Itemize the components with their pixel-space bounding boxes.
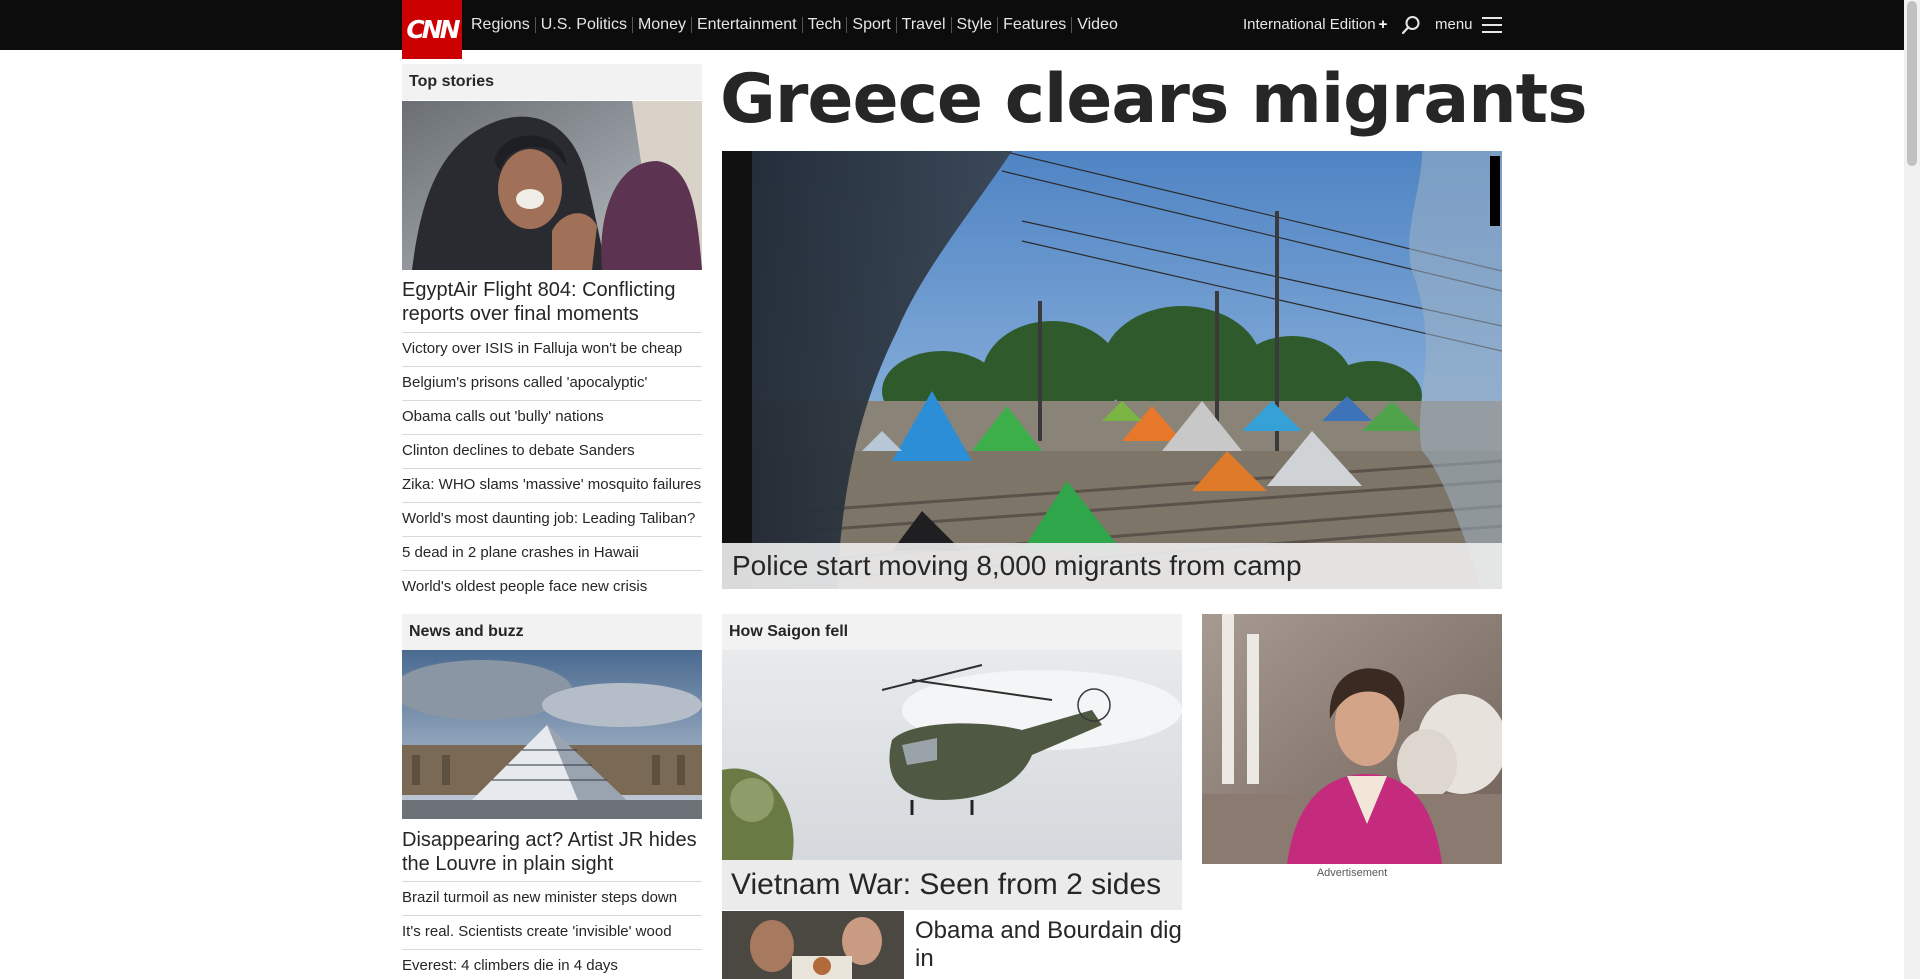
menu-label[interactable]: menu: [1435, 0, 1473, 50]
main-headline[interactable]: Greece clears migrants: [720, 60, 1588, 139]
edition-selector[interactable]: International Edition +: [1243, 0, 1387, 50]
hero-image[interactable]: Police start moving 8,000 migrants from …: [722, 151, 1502, 589]
advertisement-label: Advertisement: [1316, 867, 1388, 879]
news-buzz-item[interactable]: Everest: 4 climbers die in 4 days: [402, 949, 702, 979]
top-stories-list: Victory over ISIS in Falluja won't be ch…: [402, 332, 702, 604]
top-stories-item[interactable]: Belgium's prisons called 'apocalyptic': [402, 366, 702, 400]
news-buzz-list: Brazil turmoil as new minister steps dow…: [402, 881, 702, 979]
main-nav: Regions U.S. Politics Money Entertainment Te…: [471, 0, 1123, 50]
nav-link-sport[interactable]: Sport: [847, 0, 895, 50]
nav-link-money[interactable]: Money: [633, 0, 691, 50]
edition-label: International Edition: [1243, 16, 1376, 33]
top-stories-item[interactable]: Obama calls out 'bully' nations: [402, 400, 702, 434]
nav-link-style[interactable]: Style: [952, 0, 998, 50]
nav-link-tech[interactable]: Tech: [803, 0, 847, 50]
scrollbar-thumb[interactable]: [1907, 1, 1917, 166]
bourdain-link[interactable]: Obama and Bourdain dig in: [915, 917, 1185, 973]
bourdain-thumbnail[interactable]: [722, 911, 904, 979]
nav-link-u-s-politics[interactable]: U.S. Politics: [536, 0, 632, 50]
top-stories-item[interactable]: Clinton declines to debate Sanders: [402, 434, 702, 468]
nav-link-regions[interactable]: Regions: [471, 0, 535, 50]
nav-link-features[interactable]: Features: [998, 0, 1071, 50]
news-buzz-heading: News and buzz: [402, 614, 702, 650]
top-stories-item[interactable]: World's oldest people face new crisis: [402, 570, 702, 604]
hamburger-menu-icon[interactable]: [1482, 17, 1502, 33]
top-stories-lead-link[interactable]: EgyptAir Flight 804: Conflicting reports…: [402, 278, 702, 326]
photo-credit: [1490, 156, 1500, 226]
news-buzz-item[interactable]: Brazil turmoil as new minister steps dow…: [402, 881, 702, 915]
nav-link-entertainment[interactable]: Entertainment: [692, 0, 802, 50]
news-buzz-item[interactable]: It's real. Scientists create 'invisible'…: [402, 915, 702, 949]
cnn-logo[interactable]: CNN: [402, 0, 462, 59]
edition-plus-icon: +: [1378, 16, 1388, 33]
saigon-caption[interactable]: Vietnam War: Seen from 2 sides: [722, 860, 1182, 910]
search-icon[interactable]: [1401, 15, 1421, 35]
logo-text: CNN: [406, 15, 460, 44]
news-buzz-image[interactable]: [402, 650, 702, 819]
top-stories-item[interactable]: Zika: WHO slams 'massive' mosquito failu…: [402, 468, 702, 502]
advertisement-image[interactable]: [1202, 614, 1502, 864]
hero-caption[interactable]: Police start moving 8,000 migrants from …: [722, 543, 1502, 589]
news-buzz-lead-link[interactable]: Disappearing act? Artist JR hides the Lo…: [402, 828, 702, 876]
top-stories-item[interactable]: Victory over ISIS in Falluja won't be ch…: [402, 332, 702, 366]
top-stories-image[interactable]: [402, 101, 702, 270]
nav-link-travel[interactable]: Travel: [897, 0, 951, 50]
nav-link-video[interactable]: Video: [1072, 0, 1123, 50]
top-stories-item[interactable]: World's most daunting job: Leading Talib…: [402, 502, 702, 536]
top-stories-item[interactable]: 5 dead in 2 plane crashes in Hawaii: [402, 536, 702, 570]
saigon-heading: How Saigon fell: [722, 614, 1182, 650]
top-stories-heading: Top stories: [402, 64, 702, 100]
